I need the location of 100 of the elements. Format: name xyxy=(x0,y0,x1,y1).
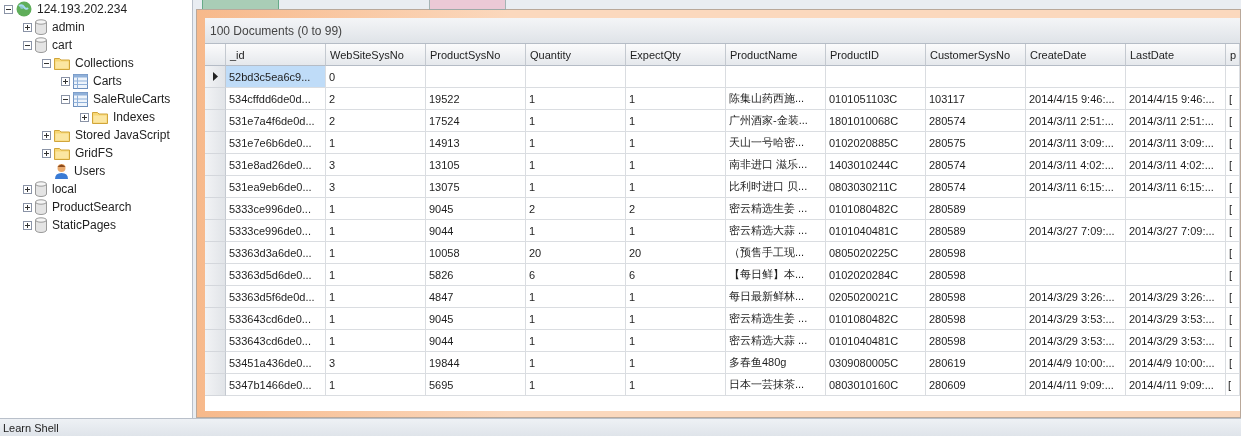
expand-icon[interactable] xyxy=(23,184,32,194)
table-cell: 20 xyxy=(626,242,726,264)
tree-item[interactable]: Carts xyxy=(91,74,122,88)
table-cell: 2 xyxy=(326,88,426,110)
table-cell: 280589 xyxy=(926,198,1026,220)
tab[interactable] xyxy=(202,0,279,10)
tree-item[interactable]: 124.193.202.234 xyxy=(35,2,128,16)
tree-item[interactable]: Users xyxy=(72,164,106,178)
table-cell: 2014/4/15 9:46:... xyxy=(1026,88,1126,110)
tree-item[interactable]: SaleRuleCarts xyxy=(91,92,171,106)
column-header[interactable]: CustomerSysNo xyxy=(926,44,1026,66)
table-cell: 531ea9eb6de0... xyxy=(226,176,326,198)
expand-icon[interactable] xyxy=(42,130,51,140)
table-cell: 0205020021C xyxy=(826,286,926,308)
table-cell: 1 xyxy=(626,154,726,176)
tree-item[interactable]: Collections xyxy=(73,56,134,70)
table-cell: 2014/3/29 3:53:... xyxy=(1026,330,1126,352)
table-cell: 1 xyxy=(626,374,726,396)
expand-icon[interactable] xyxy=(61,76,70,86)
table-cell: 280589 xyxy=(926,220,1026,242)
table-cell: 1403010244C xyxy=(826,154,926,176)
table-cell: 2014/3/27 7:09:... xyxy=(1126,220,1226,242)
tree-item[interactable]: local xyxy=(50,182,77,196)
column-header[interactable]: WebSiteSysNo xyxy=(326,44,426,66)
table-cell: 280598 xyxy=(926,286,1026,308)
collapse-icon[interactable] xyxy=(61,94,70,104)
column-header[interactable]: _id xyxy=(226,44,326,66)
table-cell: 每日最新鲜林... xyxy=(726,286,826,308)
column-header[interactable]: p xyxy=(1226,44,1240,66)
table-cell: 280598 xyxy=(926,264,1026,286)
table-cell: 0803030211C xyxy=(826,176,926,198)
table-cell: 2 xyxy=(626,198,726,220)
collapse-icon[interactable] xyxy=(23,40,32,50)
table-cell: 1801010068C xyxy=(826,110,926,132)
table-cell: 1 xyxy=(526,220,626,242)
table-cell: 2014/3/29 3:53:... xyxy=(1026,308,1126,330)
expand-icon[interactable] xyxy=(23,22,32,32)
column-header[interactable]: ProductID xyxy=(826,44,926,66)
table-cell: 280619 xyxy=(926,352,1026,374)
table-cell: 0101040481C xyxy=(826,220,926,242)
tree-item[interactable]: StaticPages xyxy=(50,218,117,232)
tree-item[interactable]: GridFS xyxy=(73,146,113,160)
tree-item[interactable]: Indexes xyxy=(111,110,156,124)
table-cell: 1 xyxy=(626,308,726,330)
column-header[interactable]: ProductSysNo xyxy=(426,44,526,66)
table-cell: 2014/4/11 9:09:... xyxy=(1026,374,1126,396)
database-icon xyxy=(35,199,47,215)
table-cell: 1 xyxy=(626,110,726,132)
expand-icon[interactable] xyxy=(23,220,32,230)
tree-item[interactable]: admin xyxy=(50,20,85,34)
tree-item[interactable]: cart xyxy=(50,38,72,52)
table-cell: 2014/4/15 9:46:... xyxy=(1126,88,1226,110)
column-header[interactable]: ExpectQty xyxy=(626,44,726,66)
table-cell: 2014/3/11 6:15:... xyxy=(1126,176,1226,198)
table-cell: 5333ce996de0... xyxy=(226,198,326,220)
expand-icon[interactable] xyxy=(23,202,32,212)
column-header[interactable]: Quantity xyxy=(526,44,626,66)
collapse-icon[interactable] xyxy=(42,58,51,68)
table-cell: 2014/4/11 9:09:... xyxy=(1126,374,1226,396)
table-cell: 280574 xyxy=(926,176,1026,198)
table-cell: [ xyxy=(1226,88,1240,110)
column-header[interactable]: CreateDate xyxy=(1026,44,1126,66)
table-cell: 13105 xyxy=(426,154,526,176)
table-cell: 3 xyxy=(326,352,426,374)
table-cell: 1 xyxy=(326,220,426,242)
table-cell: 1 xyxy=(326,286,426,308)
table-cell: 3 xyxy=(326,176,426,198)
table-cell: 53363d5d6de0... xyxy=(226,264,326,286)
tab[interactable] xyxy=(429,0,506,10)
table-cell: 9044 xyxy=(426,330,526,352)
table-cell: [ xyxy=(1226,132,1240,154)
collapse-icon[interactable] xyxy=(4,4,13,14)
table-cell: 密云精选生姜 ... xyxy=(726,308,826,330)
table-cell: 【每日鲜】本... xyxy=(726,264,826,286)
row-header[interactable] xyxy=(205,66,226,88)
expand-icon[interactable] xyxy=(80,112,89,122)
table-cell: 1 xyxy=(326,330,426,352)
table-cell: 2014/3/11 4:02:... xyxy=(1126,154,1226,176)
tree-item[interactable]: Stored JavaScript xyxy=(73,128,170,142)
table-cell: [ xyxy=(1226,352,1240,374)
table-cell: 1 xyxy=(526,154,626,176)
expand-icon[interactable] xyxy=(42,148,51,158)
table-cell: 531e7a4f6de0d... xyxy=(226,110,326,132)
table-cell: 6 xyxy=(526,264,626,286)
table-cell: （预售手工现... xyxy=(726,242,826,264)
table-cell: 53363d5f6de0d... xyxy=(226,286,326,308)
table-cell: 531e8ad26de0... xyxy=(226,154,326,176)
table-cell: 1 xyxy=(526,132,626,154)
table-cell: 52bd3c5ea6c9... xyxy=(226,66,326,88)
table-cell: 2 xyxy=(326,110,426,132)
tree-item[interactable]: ProductSearch xyxy=(50,200,132,214)
table-cell: 2014/3/11 3:09:... xyxy=(1026,132,1126,154)
table-cell: 2014/3/11 4:02:... xyxy=(1026,154,1126,176)
column-header[interactable]: LastDate xyxy=(1126,44,1226,66)
table-icon xyxy=(73,91,88,107)
table-cell: [ xyxy=(1226,242,1240,264)
column-header[interactable]: ProductName xyxy=(726,44,826,66)
table-cell: 10058 xyxy=(426,242,526,264)
table-cell: 2014/3/29 3:26:... xyxy=(1126,286,1226,308)
table-cell: 1 xyxy=(526,110,626,132)
